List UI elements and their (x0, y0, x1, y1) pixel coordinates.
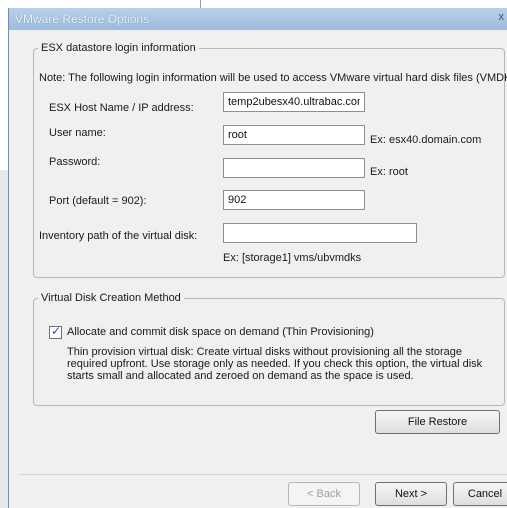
next-button[interactable]: Next > (375, 482, 447, 506)
note-text: Note: The following login information wi… (39, 72, 507, 84)
thin-provisioning-description: Thin provision virtual disk: Create virt… (67, 346, 483, 382)
host-label: ESX Host Name / IP address: (49, 102, 194, 114)
cancel-button[interactable]: Cancel (453, 482, 507, 506)
username-label: User name: (49, 127, 106, 139)
inventory-path-hint: Ex: [storage1] vms/ubvmdks (223, 252, 362, 264)
port-input[interactable] (223, 190, 365, 210)
host-input[interactable] (223, 92, 365, 112)
esx-login-legend: ESX datastore login information (41, 42, 196, 54)
inventory-path-input[interactable] (223, 223, 417, 243)
virtual-disk-legend: Virtual Disk Creation Method (41, 292, 181, 304)
password-input[interactable] (223, 158, 365, 178)
thin-provisioning-checkbox[interactable]: ✓ (49, 324, 62, 339)
title-bar[interactable]: VMware Restore Options x (9, 8, 507, 30)
username-hint: Ex: esx40.domain.com (370, 134, 482, 146)
thin-provisioning-label[interactable]: Allocate and commit disk space on demand… (67, 326, 374, 338)
window-title: VMware Restore Options (15, 12, 150, 26)
close-icon[interactable]: x (499, 11, 505, 23)
password-hint: Ex: root (370, 166, 408, 178)
username-input[interactable] (223, 125, 365, 145)
background-window-fragment (0, 0, 201, 8)
back-button[interactable]: < Back (288, 482, 360, 506)
restore-options-dialog: VMware Restore Options x ESX datastore l… (8, 8, 507, 508)
button-separator (19, 474, 507, 475)
file-restore-button[interactable]: File Restore (375, 410, 500, 434)
port-label: Port (default = 902): (49, 195, 147, 207)
checkmark-icon: ✓ (51, 324, 62, 338)
password-label: Password: (49, 156, 101, 168)
inventory-path-label: Inventory path of the virtual disk: (39, 230, 198, 242)
